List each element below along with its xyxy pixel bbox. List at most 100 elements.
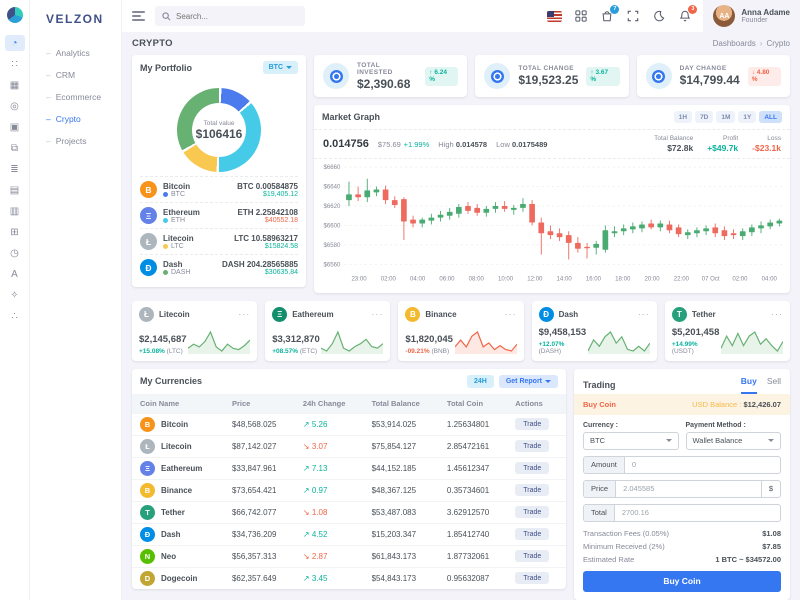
tab-buy[interactable]: Buy [740,376,757,394]
charts-icon[interactable]: ▥ [5,203,25,219]
user-menu[interactable]: AA Anna Adame Founder [703,0,800,32]
widgets-icon[interactable]: ⧉ [5,140,25,156]
sidebar-item-crm[interactable]: CRM [30,64,121,86]
fullscreen-button[interactable] [625,9,640,24]
transaction-fees: $1.08 [762,528,781,538]
main-area: 7 3 AA Anna Adame Founder [122,0,800,600]
total-field[interactable]: Total 2700.16 [583,503,781,522]
notifications-button[interactable]: 3 [677,4,698,24]
range-1m-button[interactable]: 1M [716,111,736,123]
sparkline-chart [321,330,384,354]
brand-logo-icon[interactable] [6,7,23,23]
portfolio-coin-row[interactable]: Ł Litecoin LTC LTC 10.58963217 $15824.58 [140,228,298,254]
dark-mode-button[interactable] [651,9,666,24]
card-menu-button[interactable]: ··· [238,310,250,319]
breadcrumb-separator [760,39,763,48]
language-flag-button[interactable] [547,9,563,24]
hamburger-menu-icon[interactable] [132,11,145,21]
apps-grid-button[interactable] [573,9,588,24]
portfolio-coin-row[interactable]: B Bitcoin BTC BTC 0.00584875 $19,405.12 [140,176,298,202]
column-actions: Actions [507,393,566,414]
app-root: ◔ ∷ ▦ ◎ ▣ ⧉ ≣ ▤ ▥ ⊞ ◷ A ✧ ∴ VELZON AnalyticsCRMEcomme… [0,0,800,600]
range-7d-button[interactable]: 7D [695,111,714,123]
stat-label: TOTAL INVESTED [357,61,393,76]
stat-change-badge: ↑ 6.24 % [425,66,459,86]
trade-button[interactable]: Trade [515,528,550,541]
amount-input[interactable]: 0 [625,457,780,473]
market-price-change: +1.99% [403,139,430,149]
trade-button[interactable]: Trade [515,440,550,453]
amount-field[interactable]: Amount 0 [583,455,781,474]
ethereum-coin-icon: Ξ [140,207,157,224]
card-menu-button[interactable]: ··· [771,310,783,319]
trade-button[interactable]: Trade [515,550,550,563]
sidebar-item-analytics[interactable]: Analytics [30,42,121,64]
cart-button[interactable]: 7 [599,4,620,24]
chevron-down-icon [768,439,774,443]
card-menu-button[interactable]: ··· [505,310,517,319]
total-input[interactable]: 2700.16 [615,505,780,521]
price-input[interactable]: 2.045585 [616,481,761,497]
portfolio-currency-select[interactable]: BTC [262,61,298,74]
breadcrumb-dashboards[interactable]: Dashboards [713,39,756,48]
svg-text:04:00: 04:00 [410,277,426,283]
range-1y-button[interactable]: 1Y [738,111,757,123]
table-row-dogecoin: D Dogecoin $62,357.649 ↗ 3.45 $54,843.173 0.9… [132,566,566,589]
svg-text:16:00: 16:00 [586,277,602,283]
tables-icon[interactable]: ▤ [5,182,25,198]
price-field[interactable]: Price 2.045585 $ [583,479,781,498]
layouts-icon[interactable]: ▦ [5,77,25,93]
portfolio-coin-row[interactable]: Đ Dash DASH DASH 204.28565885 $30635.84 [140,254,298,280]
forms-icon[interactable]: ≣ [5,161,25,177]
trade-button[interactable]: Trade [515,484,550,497]
sparkline-chart [188,330,251,354]
market-profit: +$49.7k [707,143,739,153]
get-report-button[interactable]: Get Report [498,374,558,388]
buy-coin-banner: Buy Coin USD Balance : $12,426.07 [574,393,790,415]
page-title: CRYPTO [132,38,173,49]
share-icon[interactable]: ∴ [5,308,25,324]
authentication-icon[interactable]: ▣ [5,119,25,135]
bitcoin-coin-icon: B [140,416,155,432]
trade-button[interactable]: Trade [515,418,550,431]
topbar: 7 3 AA Anna Adame Founder [122,0,800,32]
svg-text:$6640: $6640 [323,185,340,191]
maps-icon[interactable]: ◷ [5,245,25,261]
dashboards-icon[interactable]: ◔ [4,35,25,51]
range-1h-button[interactable]: 1H [673,111,693,123]
search-input[interactable] [176,11,286,21]
portfolio-title: My Portfolio [140,62,192,73]
search-box[interactable] [155,6,305,26]
sidebar-menu: VELZON AnalyticsCRMEcommerceCryptoProjec… [30,0,122,600]
chevron-down-icon [665,439,672,443]
range-all-button[interactable]: ALL [759,111,782,123]
icons-icon[interactable]: ⊞ [5,224,25,240]
pages-icon[interactable]: ◎ [5,98,25,114]
range-24h-button[interactable]: 24H [466,374,494,388]
market-price-usd: $75.69 [377,139,401,149]
sidebar-item-projects[interactable]: Projects [30,130,121,152]
sidebar-icon-rail: ◔ ∷ ▦ ◎ ▣ ⧉ ≣ ▤ ▥ ⊞ ◷ A ✧ ∴ [0,0,30,600]
payment-method-select[interactable]: Wallet Balance [685,431,781,450]
components-icon[interactable]: ✧ [5,287,25,303]
market-low: 0.0175489 [511,139,548,149]
tab-sell[interactable]: Sell [767,376,781,394]
stat-value: $14,799.44 [679,73,740,87]
currency-select[interactable]: BTC [583,431,679,450]
litecoin-coin-icon: Ł [140,233,157,250]
multilevel-icon[interactable]: A [5,266,25,282]
card-menu-button[interactable]: ··· [638,310,650,319]
dash-coin-icon: Đ [538,306,554,322]
trade-button[interactable]: Trade [515,462,550,475]
apps-icon[interactable]: ∷ [5,56,25,72]
card-menu-button[interactable]: ··· [371,310,383,319]
portfolio-coin-row[interactable]: Ξ Ethereum ETH ETH 2.25842108 $40552.18 [140,202,298,228]
trade-button[interactable]: Trade [515,572,550,585]
buy-coin-button[interactable]: Buy Coin [583,570,781,592]
tether-summary-card: T Tether ··· $5,201,458 +14.99% (USDT) [664,300,791,361]
sidebar-item-ecommerce[interactable]: Ecommerce [30,86,121,108]
table-row-eathereum: Ξ Eathereum $33,847.961 ↗ 7.13 $44,152.185 1.… [132,456,566,480]
svg-text:23:00: 23:00 [351,277,367,283]
sidebar-item-crypto[interactable]: Crypto [30,108,121,130]
trade-button[interactable]: Trade [515,506,550,519]
